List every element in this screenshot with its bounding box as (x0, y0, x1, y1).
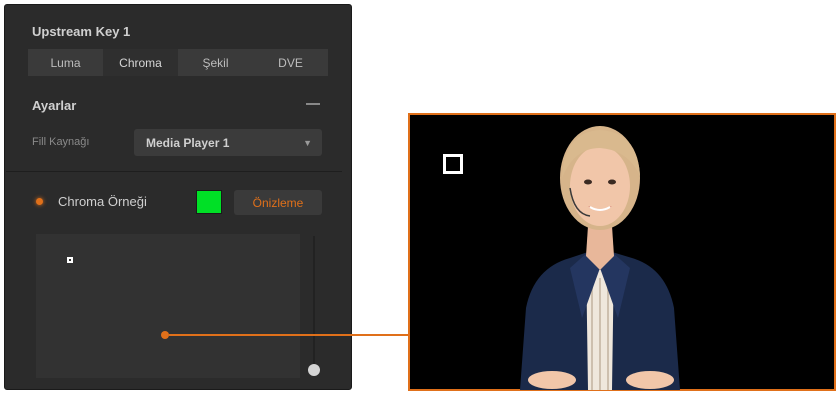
size-slider-track[interactable] (313, 236, 315, 368)
minus-icon[interactable] (306, 103, 320, 105)
chroma-sample-indicator-icon (36, 198, 43, 205)
square-marker-icon[interactable] (67, 257, 73, 263)
preview-button[interactable]: Önizleme (234, 190, 322, 215)
size-slider-thumb[interactable] (308, 364, 320, 376)
presenter-image (520, 126, 680, 390)
chroma-sample-area[interactable] (36, 234, 300, 378)
tab-chroma[interactable]: Chroma (103, 49, 178, 76)
chroma-sample-swatch[interactable] (196, 190, 222, 214)
square-marker-icon (443, 154, 463, 174)
chroma-sample-label: Chroma Örneği (58, 194, 147, 209)
tab-luma[interactable]: Luma (28, 49, 103, 76)
panel-title: Upstream Key 1 (32, 24, 131, 39)
fill-source-label: Fill Kaynağı (32, 136, 90, 148)
callout-dot (161, 331, 169, 339)
section-divider (6, 171, 342, 172)
fill-source-select[interactable]: Media Player 1 ▼ (134, 129, 322, 156)
callout-line (169, 334, 409, 336)
tab-dve[interactable]: DVE (253, 49, 328, 76)
tab-sekil[interactable]: Şekil (178, 49, 253, 76)
key-type-tabs: Luma Chroma Şekil DVE (28, 49, 328, 76)
settings-section-title: Ayarlar (32, 98, 77, 113)
fill-source-value: Media Player 1 (146, 135, 230, 150)
chevron-down-icon: ▼ (303, 138, 312, 148)
